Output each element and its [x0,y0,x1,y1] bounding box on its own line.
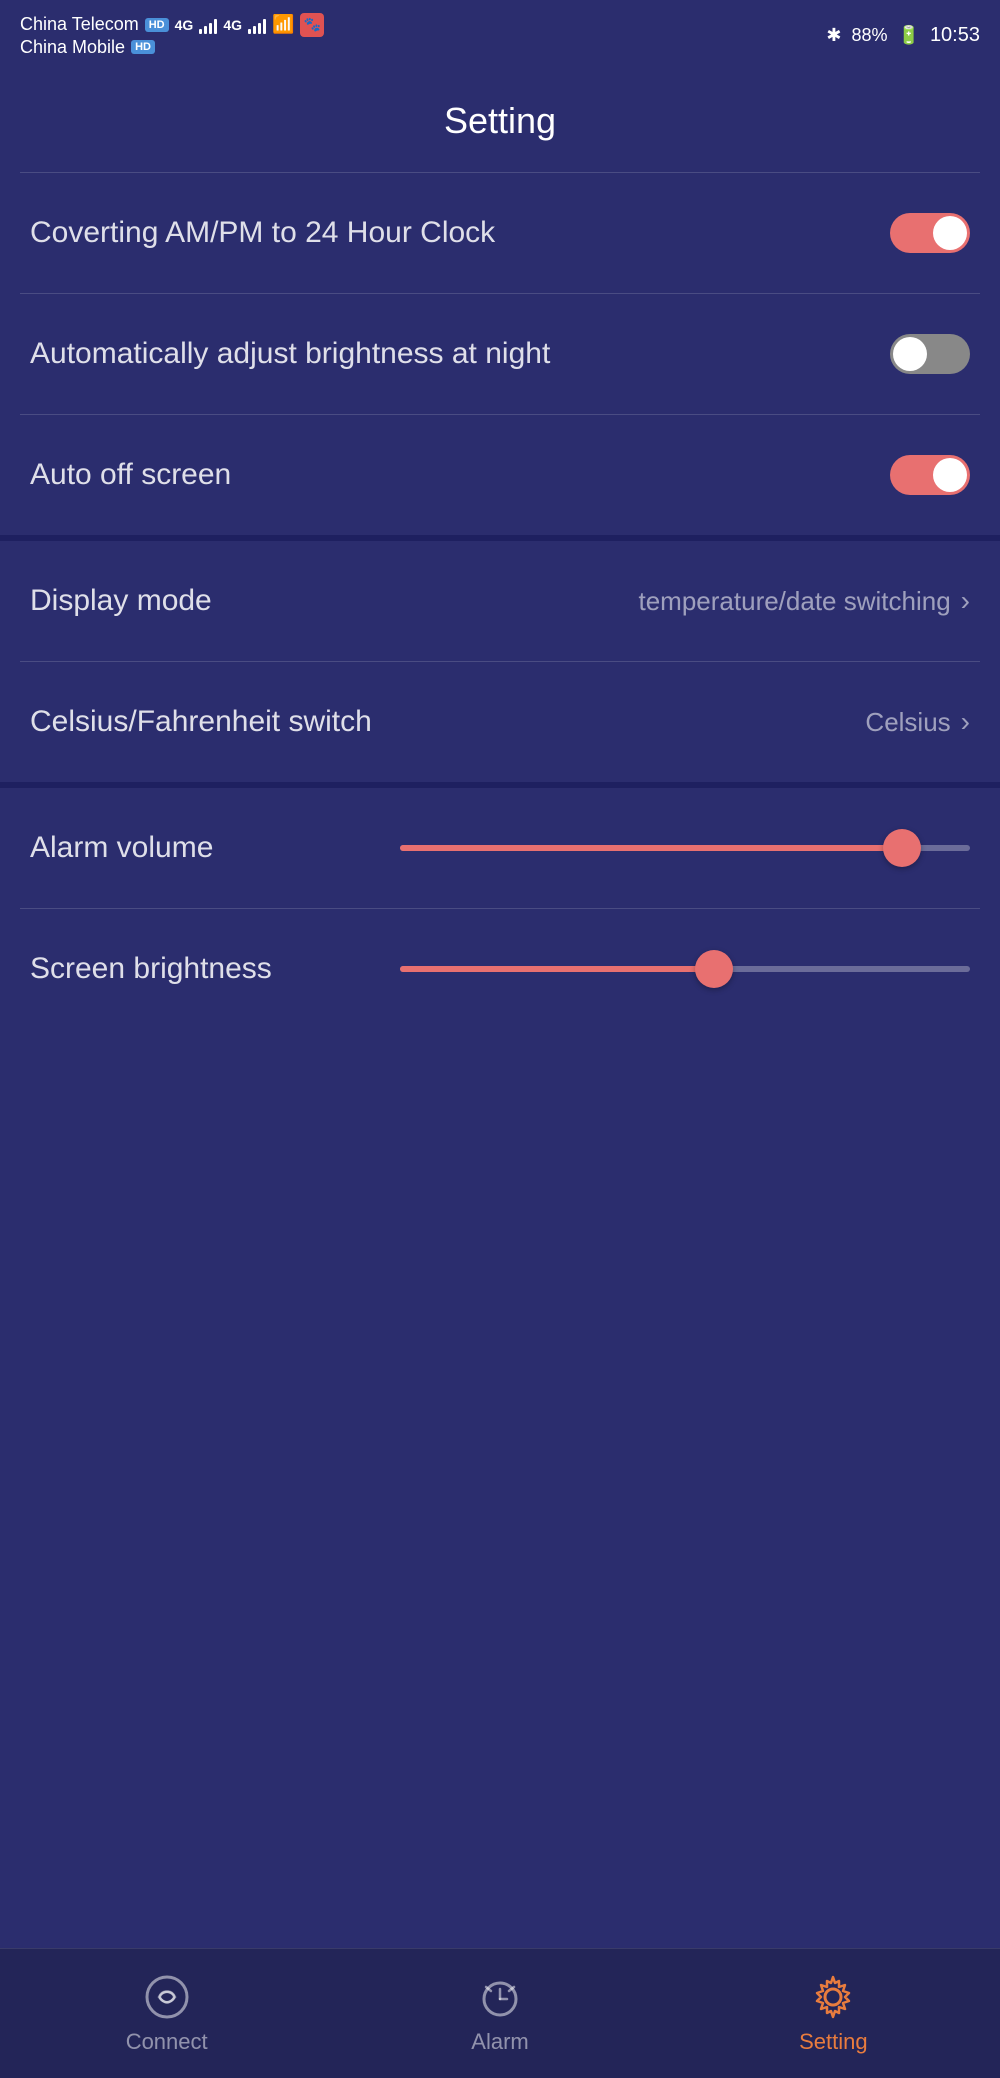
alarm-volume-track [400,845,970,851]
wifi-icon: 📶 [272,14,294,35]
carrier1-hd-badge: HD [145,18,169,32]
screen-brightness-track [400,966,970,972]
nav-connect-label: Connect [126,2029,208,2055]
carrier-info: China Telecom HD 4G 4G 📶 🐾 China Mobile … [20,13,324,58]
display-mode-label: Display mode [30,584,212,618]
convert-clock-toggle[interactable] [890,213,970,253]
screen-brightness-thumb[interactable] [695,950,733,988]
carrier1-lte2: 4G [223,17,242,33]
carrier1-row: China Telecom HD 4G 4G 📶 🐾 [20,13,324,37]
auto-brightness-row: Automatically adjust brightness at night [0,294,1000,414]
auto-off-screen-toggle[interactable] [890,455,970,495]
page-title: Setting [0,70,1000,172]
temp-unit-row[interactable]: Celsius/Fahrenheit switch Celsius › [0,662,1000,782]
nav-alarm-label: Alarm [471,2029,528,2055]
display-mode-chevron: › [961,585,970,617]
convert-clock-row: Coverting AM/PM to 24 Hour Clock [0,173,1000,293]
display-mode-row[interactable]: Display mode temperature/date switching … [0,541,1000,661]
screen-brightness-fill [400,966,714,972]
battery-text: 88% [851,25,887,46]
auto-off-screen-knob [933,458,967,492]
alarm-icon [476,1973,524,2021]
carrier2-row: China Mobile HD [20,37,324,58]
carrier1-name: China Telecom [20,14,139,35]
alarm-volume-thumb[interactable] [883,829,921,867]
convert-clock-knob [933,216,967,250]
setting-icon [809,1973,857,2021]
carrier2-hd-badge: HD [131,40,155,54]
bottom-nav: Connect Alarm Setting [0,1948,1000,2078]
auto-brightness-knob [893,337,927,371]
temp-unit-right: Celsius › [865,706,970,738]
temp-unit-value: Celsius [865,707,950,738]
display-mode-value: temperature/date switching [639,586,951,617]
bluetooth-icon: ✱ [826,25,841,46]
temp-unit-chevron: › [961,706,970,738]
screen-brightness-slider-container [400,966,970,972]
temp-unit-label: Celsius/Fahrenheit switch [30,705,372,739]
carrier1-signal [199,16,217,34]
carrier1-lte: 4G [175,17,194,33]
carrier2-name: China Mobile [20,37,125,58]
nav-item-connect[interactable]: Connect [0,1973,333,2055]
alarm-volume-fill [400,845,902,851]
connect-icon [143,1973,191,2021]
status-right: ✱ 88% 🔋 10:53 [826,24,980,47]
alarm-volume-label: Alarm volume [30,831,370,865]
notification-icon: 🐾 [300,13,324,37]
display-mode-right: temperature/date switching › [639,585,971,617]
auto-brightness-toggle[interactable] [890,334,970,374]
nav-setting-label: Setting [799,2029,868,2055]
nav-item-setting[interactable]: Setting [667,1973,1000,2055]
screen-brightness-row: Screen brightness [0,909,1000,1029]
alarm-volume-slider-container [400,845,970,851]
empty-content [0,1029,1000,1929]
auto-brightness-label: Automatically adjust brightness at night [30,337,890,371]
status-bar: China Telecom HD 4G 4G 📶 🐾 China Mobile … [0,0,1000,70]
alarm-volume-row: Alarm volume [0,788,1000,908]
auto-off-screen-row: Auto off screen [0,415,1000,535]
convert-clock-label: Coverting AM/PM to 24 Hour Clock [30,216,890,250]
auto-off-screen-label: Auto off screen [30,458,890,492]
carrier1-signal2 [248,16,266,34]
battery-icon: 🔋 [898,25,920,46]
screen-brightness-label: Screen brightness [30,952,370,986]
clock: 10:53 [930,24,980,47]
nav-item-alarm[interactable]: Alarm [333,1973,666,2055]
